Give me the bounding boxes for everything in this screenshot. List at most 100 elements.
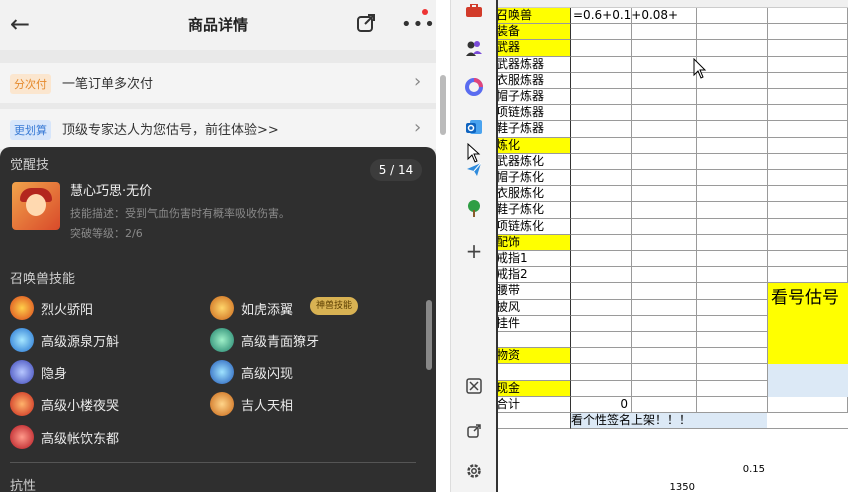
sheet-cell[interactable]: 衣服炼器: [496, 72, 571, 89]
installment-row[interactable]: 分次付 一笔订单多次付 ›: [0, 63, 436, 103]
sheet-cell[interactable]: [571, 348, 632, 365]
sheet-cell[interactable]: [632, 251, 697, 268]
sheet-cell[interactable]: [768, 251, 848, 268]
sheet-cell[interactable]: 配饰: [496, 234, 571, 251]
sheet-cell[interactable]: [697, 121, 768, 138]
sheet-cell[interactable]: [632, 8, 697, 25]
sheet-cell[interactable]: [632, 137, 697, 154]
sheet-cell[interactable]: [632, 24, 697, 41]
sheet-cell[interactable]: [571, 315, 632, 332]
sheet-cell[interactable]: [768, 56, 848, 73]
sheet-cell[interactable]: [697, 8, 768, 25]
sheet-cell[interactable]: 戒指1: [496, 251, 571, 268]
sheet-cell[interactable]: [768, 234, 848, 251]
sheet-cell[interactable]: 武器炼化: [496, 153, 571, 170]
sheet-cell[interactable]: 帽子炼化: [496, 170, 571, 187]
sheet-cell[interactable]: [632, 380, 697, 397]
sheet-cell[interactable]: [571, 380, 632, 397]
sheet-cell[interactable]: [632, 105, 697, 122]
sheet-cell[interactable]: 鞋子炼器: [496, 121, 571, 138]
sheet-cell[interactable]: [632, 89, 697, 106]
sheet-cell[interactable]: 戒指2: [496, 267, 571, 284]
sheet-cell[interactable]: [571, 234, 632, 251]
sheet-cell[interactable]: [697, 186, 768, 203]
sheet-cell[interactable]: 0: [571, 396, 632, 413]
sheet-cell[interactable]: [632, 283, 697, 300]
sheet-cell[interactable]: 帽子炼器: [496, 89, 571, 106]
sheet-cell[interactable]: [697, 267, 768, 284]
copilot-icon[interactable]: [463, 76, 485, 98]
sheet-cell[interactable]: [632, 348, 697, 365]
sheet-cell[interactable]: [697, 56, 768, 73]
sheet-cell[interactable]: [571, 105, 632, 122]
sheet-cell[interactable]: [571, 364, 632, 381]
sheet-cell[interactable]: 召唤兽: [496, 8, 571, 25]
sheet-cell[interactable]: [571, 332, 632, 349]
sheet-cell[interactable]: 武器: [496, 40, 571, 57]
value-cell[interactable]: 0.15: [697, 462, 767, 478]
sheet-cell[interactable]: [697, 153, 768, 170]
sheet-cell[interactable]: [571, 202, 632, 219]
sheet-cell[interactable]: [571, 56, 632, 73]
sheet-cell[interactable]: [697, 332, 768, 349]
sheet-cell[interactable]: [768, 121, 848, 138]
sheet-cell[interactable]: [768, 267, 848, 284]
sheet-cell[interactable]: [571, 89, 632, 106]
sheet-cell[interactable]: [496, 364, 571, 381]
sheet-cell[interactable]: [697, 40, 768, 57]
sheet-cell[interactable]: [632, 56, 697, 73]
sheet-cell[interactable]: 披风: [496, 299, 571, 316]
sheet-cell[interactable]: [571, 121, 632, 138]
sheet-cell[interactable]: 合计: [496, 396, 571, 413]
sheet-cell[interactable]: [632, 364, 697, 381]
page-scrollbar[interactable]: [440, 75, 446, 135]
sheet-cell[interactable]: [697, 89, 768, 106]
sheet-cell[interactable]: [697, 234, 768, 251]
sheet-cell[interactable]: [632, 40, 697, 57]
sheet-cell[interactable]: [571, 24, 632, 41]
sheet-cell[interactable]: [632, 186, 697, 203]
sheet-cell[interactable]: 物资: [496, 348, 571, 365]
sheet-cell[interactable]: [571, 40, 632, 57]
value-cell[interactable]: 1350: [632, 480, 697, 492]
sheet-cell[interactable]: [768, 153, 848, 170]
sheet-cell[interactable]: [768, 170, 848, 187]
sheet-cell[interactable]: [571, 218, 632, 235]
sheet-cell[interactable]: [571, 299, 632, 316]
notice-cell[interactable]: 看个性签名上架！！！: [571, 413, 767, 430]
sheet-cell[interactable]: 武器炼器: [496, 56, 571, 73]
sheet-cell[interactable]: 挂件: [496, 315, 571, 332]
sheet-cell[interactable]: [697, 202, 768, 219]
sheet-cell[interactable]: 炼化: [496, 137, 571, 154]
sheet-cell[interactable]: [768, 24, 848, 41]
sheet-cell[interactable]: [697, 24, 768, 41]
share-icon[interactable]: [355, 12, 377, 34]
screenshot-icon[interactable]: [463, 375, 485, 397]
sheet-cell[interactable]: [768, 396, 848, 413]
sheet-cell[interactable]: [768, 40, 848, 57]
sheet-cell[interactable]: [571, 72, 632, 89]
sheet-cell[interactable]: [697, 105, 768, 122]
sheet-cell[interactable]: [697, 315, 768, 332]
sheet-cell[interactable]: [571, 170, 632, 187]
sheet-cell[interactable]: [768, 8, 848, 25]
outlook-icon[interactable]: [463, 116, 485, 138]
sheet-cell[interactable]: [768, 218, 848, 235]
sheet-cell[interactable]: [632, 299, 697, 316]
sheet-cell[interactable]: [768, 186, 848, 203]
sheet-cell[interactable]: [697, 137, 768, 154]
sheet-cell[interactable]: [632, 267, 697, 284]
sheet-cell[interactable]: [632, 121, 697, 138]
sheet-cell[interactable]: [767, 413, 848, 430]
sheet-cell[interactable]: [697, 299, 768, 316]
sheet-cell[interactable]: [571, 251, 632, 268]
sheet-cell[interactable]: [571, 186, 632, 203]
gear-icon[interactable]: [463, 460, 485, 482]
sheet-cell[interactable]: [768, 137, 848, 154]
sheet-cell[interactable]: [496, 332, 571, 349]
sheet-cell[interactable]: [632, 153, 697, 170]
panel-scrollbar[interactable]: [426, 300, 432, 370]
sheet-cell[interactable]: [697, 170, 768, 187]
external-link-icon[interactable]: [463, 420, 485, 442]
sheet-cell[interactable]: [571, 283, 632, 300]
